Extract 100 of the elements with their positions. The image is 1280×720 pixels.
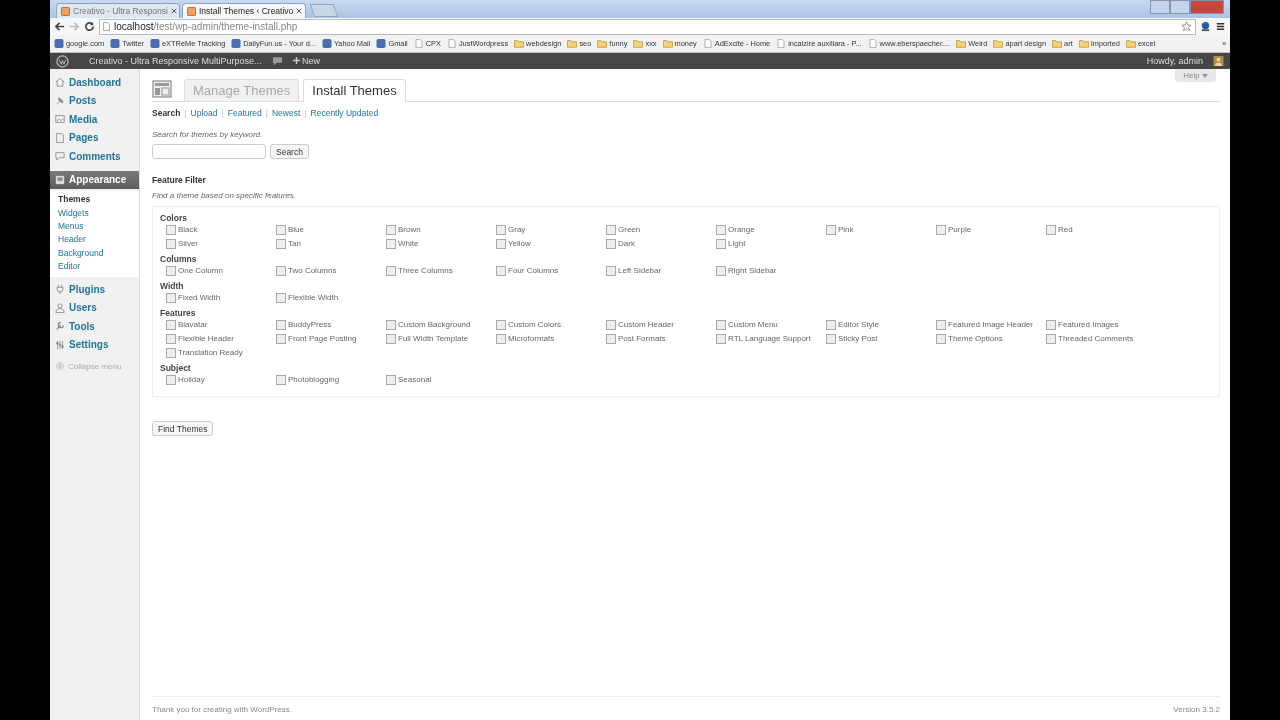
feature-checkbox[interactable]: Green — [606, 224, 716, 235]
feature-checkbox[interactable]: Light — [716, 238, 826, 249]
checkbox[interactable] — [276, 224, 286, 235]
feature-checkbox[interactable]: Left Sidebar — [606, 265, 716, 276]
feature-checkbox[interactable]: Threaded Comments — [1046, 333, 1156, 344]
menu-item[interactable]: Posts — [50, 91, 139, 110]
checkbox[interactable] — [166, 265, 176, 276]
checkbox[interactable] — [386, 265, 396, 276]
feature-checkbox[interactable]: Fixed Width — [166, 292, 276, 303]
feature-checkbox[interactable]: Holiday — [166, 374, 276, 385]
find-themes-button[interactable]: Find Themes — [152, 421, 214, 436]
checkbox[interactable] — [606, 238, 616, 249]
browser-tab[interactable]: Creativo - Ultra Responsi — [56, 3, 180, 18]
back-icon[interactable] — [54, 21, 65, 32]
checkbox[interactable] — [166, 374, 176, 385]
feature-checkbox[interactable]: Flexible Header — [166, 333, 276, 344]
feature-checkbox[interactable]: Post Formats — [606, 333, 716, 344]
checkbox[interactable] — [496, 319, 506, 330]
reload-icon[interactable] — [84, 21, 95, 32]
checkbox[interactable] — [386, 333, 396, 344]
new-link[interactable]: New — [292, 56, 321, 66]
checkbox[interactable] — [166, 319, 176, 330]
checkbox[interactable] — [606, 333, 616, 344]
feature-checkbox[interactable]: Dark — [606, 238, 716, 249]
checkbox[interactable] — [826, 224, 836, 235]
checkbox[interactable] — [166, 238, 176, 249]
close-icon[interactable] — [170, 8, 177, 14]
menu-item[interactable]: Tools — [50, 316, 139, 336]
checkbox[interactable] — [606, 265, 616, 276]
checkbox[interactable] — [276, 319, 286, 330]
checkbox[interactable] — [166, 292, 176, 303]
submenu-item[interactable]: Themes — [50, 192, 139, 206]
feature-checkbox[interactable]: Photoblogging — [276, 374, 386, 385]
feature-checkbox[interactable]: Custom Colors — [496, 319, 606, 330]
feature-checkbox[interactable]: Blavatar — [166, 319, 276, 330]
search-field[interactable] — [152, 144, 266, 159]
address-field[interactable]: localhost/test/wp-admin/theme-install.php — [99, 18, 1196, 35]
submenu-item[interactable]: Background — [50, 246, 139, 260]
feature-checkbox[interactable]: Featured Image Header — [936, 319, 1046, 330]
feature-checkbox[interactable]: Orange — [716, 224, 826, 235]
feature-checkbox[interactable]: Pink — [826, 224, 936, 235]
filter-link[interactable]: Newest — [272, 108, 301, 118]
checkbox[interactable] — [716, 333, 726, 344]
checkbox[interactable] — [826, 319, 836, 330]
menu-item[interactable]: Appearance — [50, 170, 139, 189]
feature-checkbox[interactable]: Sticky Post — [826, 333, 936, 344]
feature-checkbox[interactable]: Microformats — [496, 333, 606, 344]
checkbox[interactable] — [716, 265, 726, 276]
maximize-button[interactable] — [1170, 0, 1190, 14]
menu-item[interactable]: Users — [50, 298, 139, 317]
nav-tab[interactable]: Install Themes — [303, 79, 406, 102]
speech-bubble-icon[interactable] — [271, 56, 283, 66]
feature-checkbox[interactable]: Silver — [166, 238, 276, 249]
submenu-item[interactable]: Editor — [50, 259, 139, 273]
minimize-button[interactable] — [1150, 0, 1170, 14]
checkbox[interactable] — [386, 238, 396, 249]
checkbox[interactable] — [716, 319, 726, 330]
feature-checkbox[interactable]: Two Columns — [276, 265, 386, 276]
feature-checkbox[interactable]: Front Page Posting — [276, 333, 386, 344]
checkbox[interactable] — [166, 333, 176, 344]
menu-item[interactable]: Comments — [50, 147, 139, 166]
checkbox[interactable] — [936, 319, 946, 330]
checkbox[interactable] — [276, 292, 286, 303]
feature-checkbox[interactable]: Right Sidebar — [716, 265, 826, 276]
checkbox[interactable] — [936, 224, 946, 235]
feature-checkbox[interactable]: Red — [1046, 224, 1156, 235]
checkbox[interactable] — [716, 238, 726, 249]
feature-checkbox[interactable]: RTL Language Support — [716, 333, 826, 344]
feature-checkbox[interactable]: White — [386, 238, 496, 249]
new-tab-button[interactable] — [309, 4, 339, 17]
browser-tab[interactable]: Install Themes ‹ Creativo — [182, 3, 306, 18]
checkbox[interactable] — [496, 224, 506, 235]
forward-icon[interactable] — [69, 21, 80, 32]
submenu-item[interactable]: Menus — [50, 219, 139, 233]
feature-checkbox[interactable]: One Column — [166, 265, 276, 276]
menu-item[interactable]: Dashboard — [50, 73, 139, 92]
feature-checkbox[interactable]: Brown — [386, 224, 496, 235]
menu-item[interactable]: Media — [50, 110, 139, 129]
feature-checkbox[interactable]: BuddyPress — [276, 319, 386, 330]
site-name-link[interactable]: Creativo - Ultra Responsive MultiPurpose... — [89, 56, 262, 66]
checkbox[interactable] — [386, 319, 396, 330]
feature-checkbox[interactable]: Flexible Width — [276, 292, 386, 303]
feature-checkbox[interactable]: Custom Header — [606, 319, 716, 330]
filter-link[interactable]: Featured — [227, 108, 262, 118]
menu-item[interactable]: Pages — [50, 128, 139, 147]
feature-checkbox[interactable]: Seasonal — [386, 374, 496, 385]
wordpress-logo-icon[interactable] — [56, 54, 69, 68]
feature-checkbox[interactable]: Translation Ready — [166, 347, 276, 358]
feature-checkbox[interactable]: Tan — [276, 238, 386, 249]
feature-checkbox[interactable]: Blue — [276, 224, 386, 235]
checkbox[interactable] — [606, 224, 616, 235]
menu-item[interactable]: Settings — [50, 335, 139, 354]
avatar-icon[interactable] — [1213, 56, 1224, 66]
filter-link[interactable]: Search — [152, 108, 181, 118]
feature-checkbox[interactable]: Three Columns — [386, 265, 496, 276]
submenu-item[interactable]: Widgets — [50, 205, 139, 220]
feature-checkbox[interactable]: Custom Background — [386, 319, 496, 330]
checkbox[interactable] — [496, 333, 506, 344]
checkbox[interactable] — [1046, 224, 1056, 235]
checkbox[interactable] — [1046, 333, 1056, 344]
